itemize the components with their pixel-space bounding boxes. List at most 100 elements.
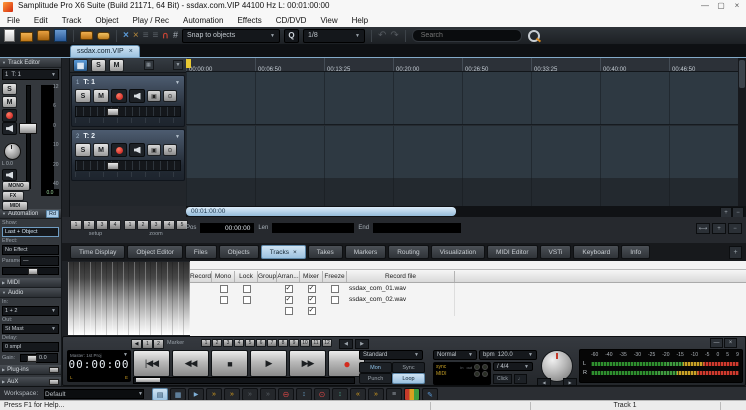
open-folder-icon[interactable]: [20, 29, 33, 42]
mono-checkbox[interactable]: [220, 296, 228, 304]
range-button-1[interactable]: 1: [142, 339, 153, 349]
range-button-2[interactable]: 2: [153, 339, 164, 349]
track-header[interactable]: 1 T: 1 ▼ S M ▣ ⊙: [71, 75, 185, 127]
menu-item[interactable]: File: [0, 16, 27, 25]
snap-magnet-icon[interactable]: ∪: [162, 29, 169, 42]
lock-checkbox[interactable]: [243, 296, 251, 304]
menu-item[interactable]: Play / Rec: [126, 16, 176, 25]
record-file-name[interactable]: [347, 305, 455, 316]
freeze-icon[interactable]: ▣: [147, 90, 161, 102]
menu-item[interactable]: Effects: [230, 16, 268, 25]
range-recall-icon[interactable]: ◀: [131, 339, 142, 349]
solo-button[interactable]: S: [2, 83, 17, 95]
search-input[interactable]: [412, 29, 522, 42]
close-icon[interactable]: ×: [724, 338, 737, 348]
volume-slider[interactable]: [75, 106, 181, 117]
midi-button[interactable]: MIDI: [2, 201, 28, 211]
freeze-checkbox[interactable]: [331, 296, 339, 304]
track-editor-header[interactable]: ▼ Track Editor: [0, 58, 61, 68]
lock-checkbox[interactable]: [243, 285, 251, 293]
mono-button[interactable]: MONO: [2, 181, 30, 191]
time-display[interactable]: Master: 1st Proj▼ 00:00:00 L E: [67, 350, 131, 382]
zoom-in-icon[interactable]: +: [712, 223, 726, 234]
setup-preset-button[interactable]: 1: [70, 220, 82, 230]
glue-tool-icon[interactable]: [80, 29, 93, 42]
end-value[interactable]: [373, 223, 461, 233]
section-bypass-button[interactable]: [49, 367, 59, 373]
dock-tab[interactable]: Objects: [219, 245, 259, 259]
record-file-name[interactable]: ssdax_com_02.wav: [347, 294, 455, 305]
dock-tab[interactable]: Visualization: [431, 245, 485, 259]
pan-knob[interactable]: [4, 143, 21, 160]
column-header[interactable]: Group: [258, 271, 277, 282]
track-lane[interactable]: [186, 72, 738, 125]
audio-in-dropdown[interactable]: 1 + 2▼: [2, 306, 59, 316]
time-format-dropdown[interactable]: Master: 1st Proj▼: [68, 351, 130, 358]
zoom-preset-button[interactable]: 4: [163, 220, 175, 230]
menu-item[interactable]: Help: [345, 16, 375, 25]
project-case-icon[interactable]: [37, 29, 50, 42]
mixer-checkbox[interactable]: [308, 285, 316, 293]
marker-number-button[interactable]: 12: [322, 339, 332, 347]
arranger-lanes[interactable]: [186, 72, 738, 206]
zoom-preset-button[interactable]: 3: [150, 220, 162, 230]
record-device-dropdown[interactable]: Standard▼: [359, 350, 423, 360]
snap-mode-dropdown[interactable]: Snap to objects ▼: [182, 29, 280, 43]
marker-number-button[interactable]: 7: [267, 339, 277, 347]
menu-item[interactable]: CD/DVD: [269, 16, 314, 25]
all-mute-button[interactable]: M: [109, 59, 124, 72]
undo-icon[interactable]: ↶: [378, 29, 386, 42]
track-options-icon[interactable]: ▦: [144, 60, 154, 70]
audio-section-header[interactable]: ▼ Audio: [0, 288, 61, 298]
maximize-button[interactable]: ▢: [714, 1, 728, 10]
quantize-dropdown[interactable]: 1/8 ▼: [303, 29, 365, 43]
len-value[interactable]: [272, 223, 354, 233]
click-button[interactable]: Click: [493, 374, 512, 384]
add-dock-tab-button[interactable]: +: [729, 246, 742, 259]
delay-box[interactable]: 0 smpl: [2, 342, 59, 352]
marker-number-button[interactable]: 2: [212, 339, 222, 347]
settings-gear-icon[interactable]: ⊙: [163, 90, 177, 102]
volume-slider-handle[interactable]: [107, 162, 119, 170]
knob-decrease-button[interactable]: ◀: [537, 378, 551, 386]
monitor-button[interactable]: [129, 143, 145, 157]
column-header[interactable]: Mixer: [300, 271, 323, 282]
search-icon[interactable]: [528, 30, 540, 42]
dock-tab[interactable]: Routing: [388, 245, 428, 259]
mute-button[interactable]: M: [93, 143, 109, 157]
track-list-icon[interactable]: ≡: [143, 29, 149, 42]
monitor-button[interactable]: [129, 89, 145, 103]
close-icon[interactable]: ×: [129, 48, 133, 55]
track-grid-icon[interactable]: ▦: [73, 59, 88, 72]
automation-read-button[interactable]: Rd: [46, 210, 59, 218]
menu-item[interactable]: Object: [88, 16, 125, 25]
collapsed-section-header[interactable]: ▶ Plug-ins: [0, 365, 61, 375]
knob-increase-button[interactable]: ▶: [563, 378, 577, 386]
solo-button[interactable]: S: [75, 143, 91, 157]
table-row[interactable]: [190, 305, 746, 316]
quantize-button[interactable]: Q: [284, 29, 299, 43]
arrange-checkbox[interactable]: [285, 307, 293, 315]
volume-fader-handle[interactable]: [19, 123, 37, 134]
transport-button[interactable]: ■: [211, 350, 248, 377]
mixer-checkbox[interactable]: [308, 296, 316, 304]
column-header[interactable]: Lock: [235, 271, 258, 282]
volume-slider-handle[interactable]: [107, 108, 119, 116]
workspace-dropdown[interactable]: Default▼: [44, 389, 144, 399]
punch-mode-button[interactable]: Punch: [359, 373, 392, 384]
dock-tab[interactable]: Markers: [345, 245, 386, 259]
solo-button[interactable]: S: [75, 89, 91, 103]
menu-item[interactable]: Track: [55, 16, 89, 25]
marker-number-button[interactable]: 10: [300, 339, 310, 347]
project-tab[interactable]: ssdax.com.VIP ×: [70, 45, 140, 57]
dock-tab[interactable]: Time Display: [70, 245, 125, 259]
chevron-down-icon[interactable]: ▼: [175, 134, 180, 140]
column-header[interactable]: Record file: [347, 271, 455, 282]
record-arm-button[interactable]: [111, 89, 127, 103]
transport-button[interactable]: |◀◀: [133, 350, 170, 377]
audio-out-dropdown[interactable]: St Mast▼: [2, 324, 59, 334]
marker-nav-button[interactable]: ◀: [339, 339, 353, 349]
time-signature-dropdown[interactable]: / 4/4▼: [493, 362, 533, 371]
track-selector[interactable]: 1 T: 1 ▼: [2, 69, 59, 80]
zoom-out-icon[interactable]: −: [728, 223, 742, 234]
